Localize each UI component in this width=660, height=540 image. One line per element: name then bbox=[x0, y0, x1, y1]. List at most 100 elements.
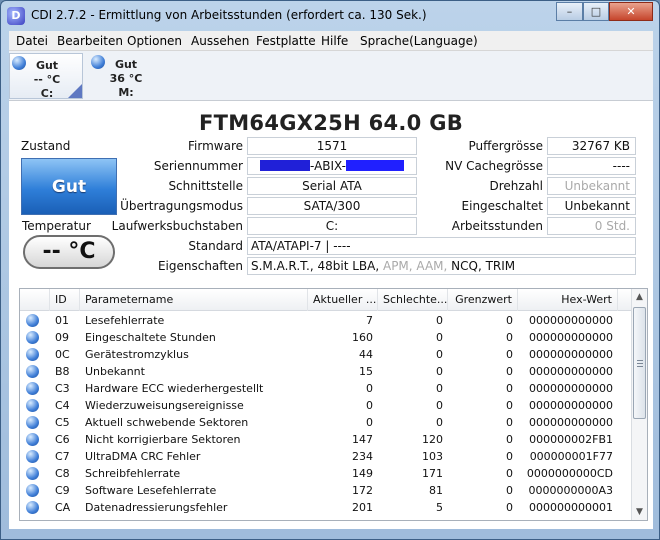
app-icon[interactable]: D bbox=[7, 7, 25, 25]
drive-status: Gut bbox=[114, 58, 138, 71]
serial-value: -ABIX- bbox=[247, 157, 417, 175]
cell-worst: 5 bbox=[436, 501, 443, 514]
table-row[interactable]: 01 Lesefehlerrate 7 0 0 000000000000 bbox=[20, 312, 632, 329]
menu-bearbeiten[interactable]: Bearbeiten bbox=[57, 34, 123, 48]
cell-worst: 0 bbox=[436, 382, 443, 395]
smart-table: ID Parametername Aktueller ... Schlechte… bbox=[19, 288, 648, 521]
cell-attribute-name: Nicht korrigierbare Sektoren bbox=[85, 433, 241, 446]
cell-attribute-name: Aktuell schwebende Sektoren bbox=[85, 416, 249, 429]
power-on-hours-value: 0 Std. bbox=[547, 217, 636, 235]
menu-bar: Datei Bearbeiten Optionen Aussehen Festp… bbox=[9, 31, 653, 51]
features-value: S.M.A.R.T., 48bit LBA, APM, AAM, NCQ, TR… bbox=[247, 257, 636, 275]
column-header-hex[interactable]: Hex-Wert bbox=[518, 289, 618, 311]
cell-threshold: 0 bbox=[506, 501, 513, 514]
cell-attribute-name: Schreibfehlerrate bbox=[85, 467, 181, 480]
cell-attribute-name: Lesefehlerrate bbox=[85, 314, 165, 327]
table-row[interactable]: C3 Hardware ECC wiederhergestellt 0 0 0 00000… bbox=[20, 380, 632, 397]
cell-raw-hex: 000000000000 bbox=[529, 416, 613, 429]
maximize-button[interactable]: □ bbox=[583, 2, 609, 21]
column-header-worst[interactable]: Schlechte... bbox=[378, 289, 448, 311]
temperature-display[interactable]: -- °C bbox=[23, 235, 115, 269]
firmware-label: Firmware bbox=[188, 139, 243, 153]
cell-raw-hex: 000000000000 bbox=[529, 331, 613, 344]
temperature-label: Temperatur bbox=[22, 219, 91, 233]
cell-threshold: 0 bbox=[506, 416, 513, 429]
column-header-name[interactable]: Parametername bbox=[80, 289, 308, 311]
health-status-button[interactable]: Gut bbox=[21, 158, 117, 215]
column-header-threshold[interactable]: Grenzwert bbox=[448, 289, 518, 311]
cell-worst: 0 bbox=[436, 365, 443, 378]
grip-line bbox=[637, 363, 643, 364]
cell-current: 0 bbox=[366, 382, 373, 395]
cell-raw-hex: 000000000000 bbox=[529, 314, 613, 327]
interface-label: Schnittstelle bbox=[168, 179, 243, 193]
status-orb-icon bbox=[26, 382, 39, 395]
cell-threshold: 0 bbox=[506, 484, 513, 497]
cell-current: 147 bbox=[352, 433, 373, 446]
vertical-scrollbar[interactable]: ▲ ▼ bbox=[631, 289, 647, 520]
cell-worst: 0 bbox=[436, 314, 443, 327]
power-on-count-label: Eingeschaltet bbox=[461, 199, 543, 213]
column-header-id[interactable]: ID bbox=[50, 289, 80, 311]
cell-threshold: 0 bbox=[506, 399, 513, 412]
table-row[interactable]: CA Datenadressierungsfehler 201 5 0 000000000… bbox=[20, 499, 632, 516]
standard-value: ATA/ATAPI-7 | ---- bbox=[247, 237, 636, 255]
menu-hilfe[interactable]: Hilfe bbox=[321, 34, 348, 48]
cell-id: C8 bbox=[55, 467, 70, 480]
cell-worst: 0 bbox=[436, 399, 443, 412]
table-row[interactable]: C8 Schreibfehlerrate 149 171 0 0000000000CD bbox=[20, 465, 632, 482]
table-row[interactable]: 0C Gerätestromzyklus 44 0 0 000000000000 bbox=[20, 346, 632, 363]
cell-worst: 0 bbox=[436, 331, 443, 344]
menu-datei[interactable]: Datei bbox=[16, 34, 48, 48]
cell-id: C5 bbox=[55, 416, 70, 429]
menu-aussehen[interactable]: Aussehen bbox=[191, 34, 249, 48]
table-row[interactable]: 09 Eingeschaltete Stunden 160 0 0 00000000000… bbox=[20, 329, 632, 346]
cell-id: C9 bbox=[55, 484, 70, 497]
minimize-button[interactable]: – bbox=[556, 2, 583, 21]
status-label: Zustand bbox=[21, 139, 71, 153]
table-row[interactable]: C6 Nicht korrigierbare Sektoren 147 120 0 000… bbox=[20, 431, 632, 448]
cell-threshold: 0 bbox=[506, 348, 513, 361]
scroll-down-icon[interactable]: ▼ bbox=[632, 504, 647, 520]
menu-sprache[interactable]: Sprache(Language) bbox=[360, 34, 478, 48]
scroll-up-icon[interactable]: ▲ bbox=[632, 289, 647, 305]
cell-raw-hex: 0000000000A3 bbox=[528, 484, 613, 497]
menu-optionen[interactable]: Optionen bbox=[127, 34, 182, 48]
cell-current: 0 bbox=[366, 416, 373, 429]
cell-threshold: 0 bbox=[506, 433, 513, 446]
firmware-value: 1571 bbox=[247, 137, 417, 155]
app-window: D CDI 2.7.2 - Ermittlung von Arbeitsstun… bbox=[0, 0, 660, 540]
cell-current: 201 bbox=[352, 501, 373, 514]
column-header-status[interactable] bbox=[20, 289, 50, 311]
cell-threshold: 0 bbox=[506, 467, 513, 480]
status-orb-icon bbox=[26, 467, 39, 480]
status-orb-icon bbox=[26, 314, 39, 327]
table-row[interactable]: C5 Aktuell schwebende Sektoren 0 0 0 00000000… bbox=[20, 414, 632, 431]
cell-id: CA bbox=[55, 501, 71, 514]
table-row[interactable]: C9 Software Lesefehlerrate 172 81 0 000000000… bbox=[20, 482, 632, 499]
cell-raw-hex: 000000000001 bbox=[529, 501, 613, 514]
cell-worst: 0 bbox=[436, 416, 443, 429]
standard-label: Standard bbox=[188, 239, 243, 253]
grip-line bbox=[637, 360, 643, 361]
drive-button-m[interactable]: Gut 36 °C M: bbox=[89, 53, 163, 99]
table-row[interactable]: C4 Wiederzuweisungsereignisse 0 0 0 000000000… bbox=[20, 397, 632, 414]
close-button[interactable]: ✕ bbox=[609, 2, 653, 21]
window-title: CDI 2.7.2 - Ermittlung von Arbeitsstunde… bbox=[31, 8, 427, 22]
serial-visible-part: -ABIX- bbox=[310, 159, 346, 173]
interface-value: Serial ATA bbox=[247, 177, 417, 195]
disk-info-panel: FTM64GX25H 64.0 GB Zustand Gut Temperatu… bbox=[9, 101, 653, 283]
scroll-thumb[interactable] bbox=[633, 307, 646, 419]
menu-festplatte[interactable]: Festplatte bbox=[256, 34, 316, 48]
drive-button-c[interactable]: Gut -- °C C: bbox=[9, 53, 83, 100]
table-row[interactable]: B8 Unbekannt 15 0 0 000000000000 bbox=[20, 363, 632, 380]
column-header-current[interactable]: Aktueller ... bbox=[308, 289, 378, 311]
cell-threshold: 0 bbox=[506, 450, 513, 463]
transfer-mode-value: SATA/300 bbox=[247, 197, 417, 215]
smart-table-area: ID Parametername Aktueller ... Schlechte… bbox=[9, 283, 653, 529]
title-bar: D CDI 2.7.2 - Ermittlung von Arbeitsstun… bbox=[1, 1, 659, 31]
table-row[interactable]: C7 UltraDMA CRC Fehler 234 103 0 000000001F77 bbox=[20, 448, 632, 465]
drive-letter: M: bbox=[118, 86, 134, 99]
status-orb-icon bbox=[26, 399, 39, 412]
status-orb-icon bbox=[26, 416, 39, 429]
